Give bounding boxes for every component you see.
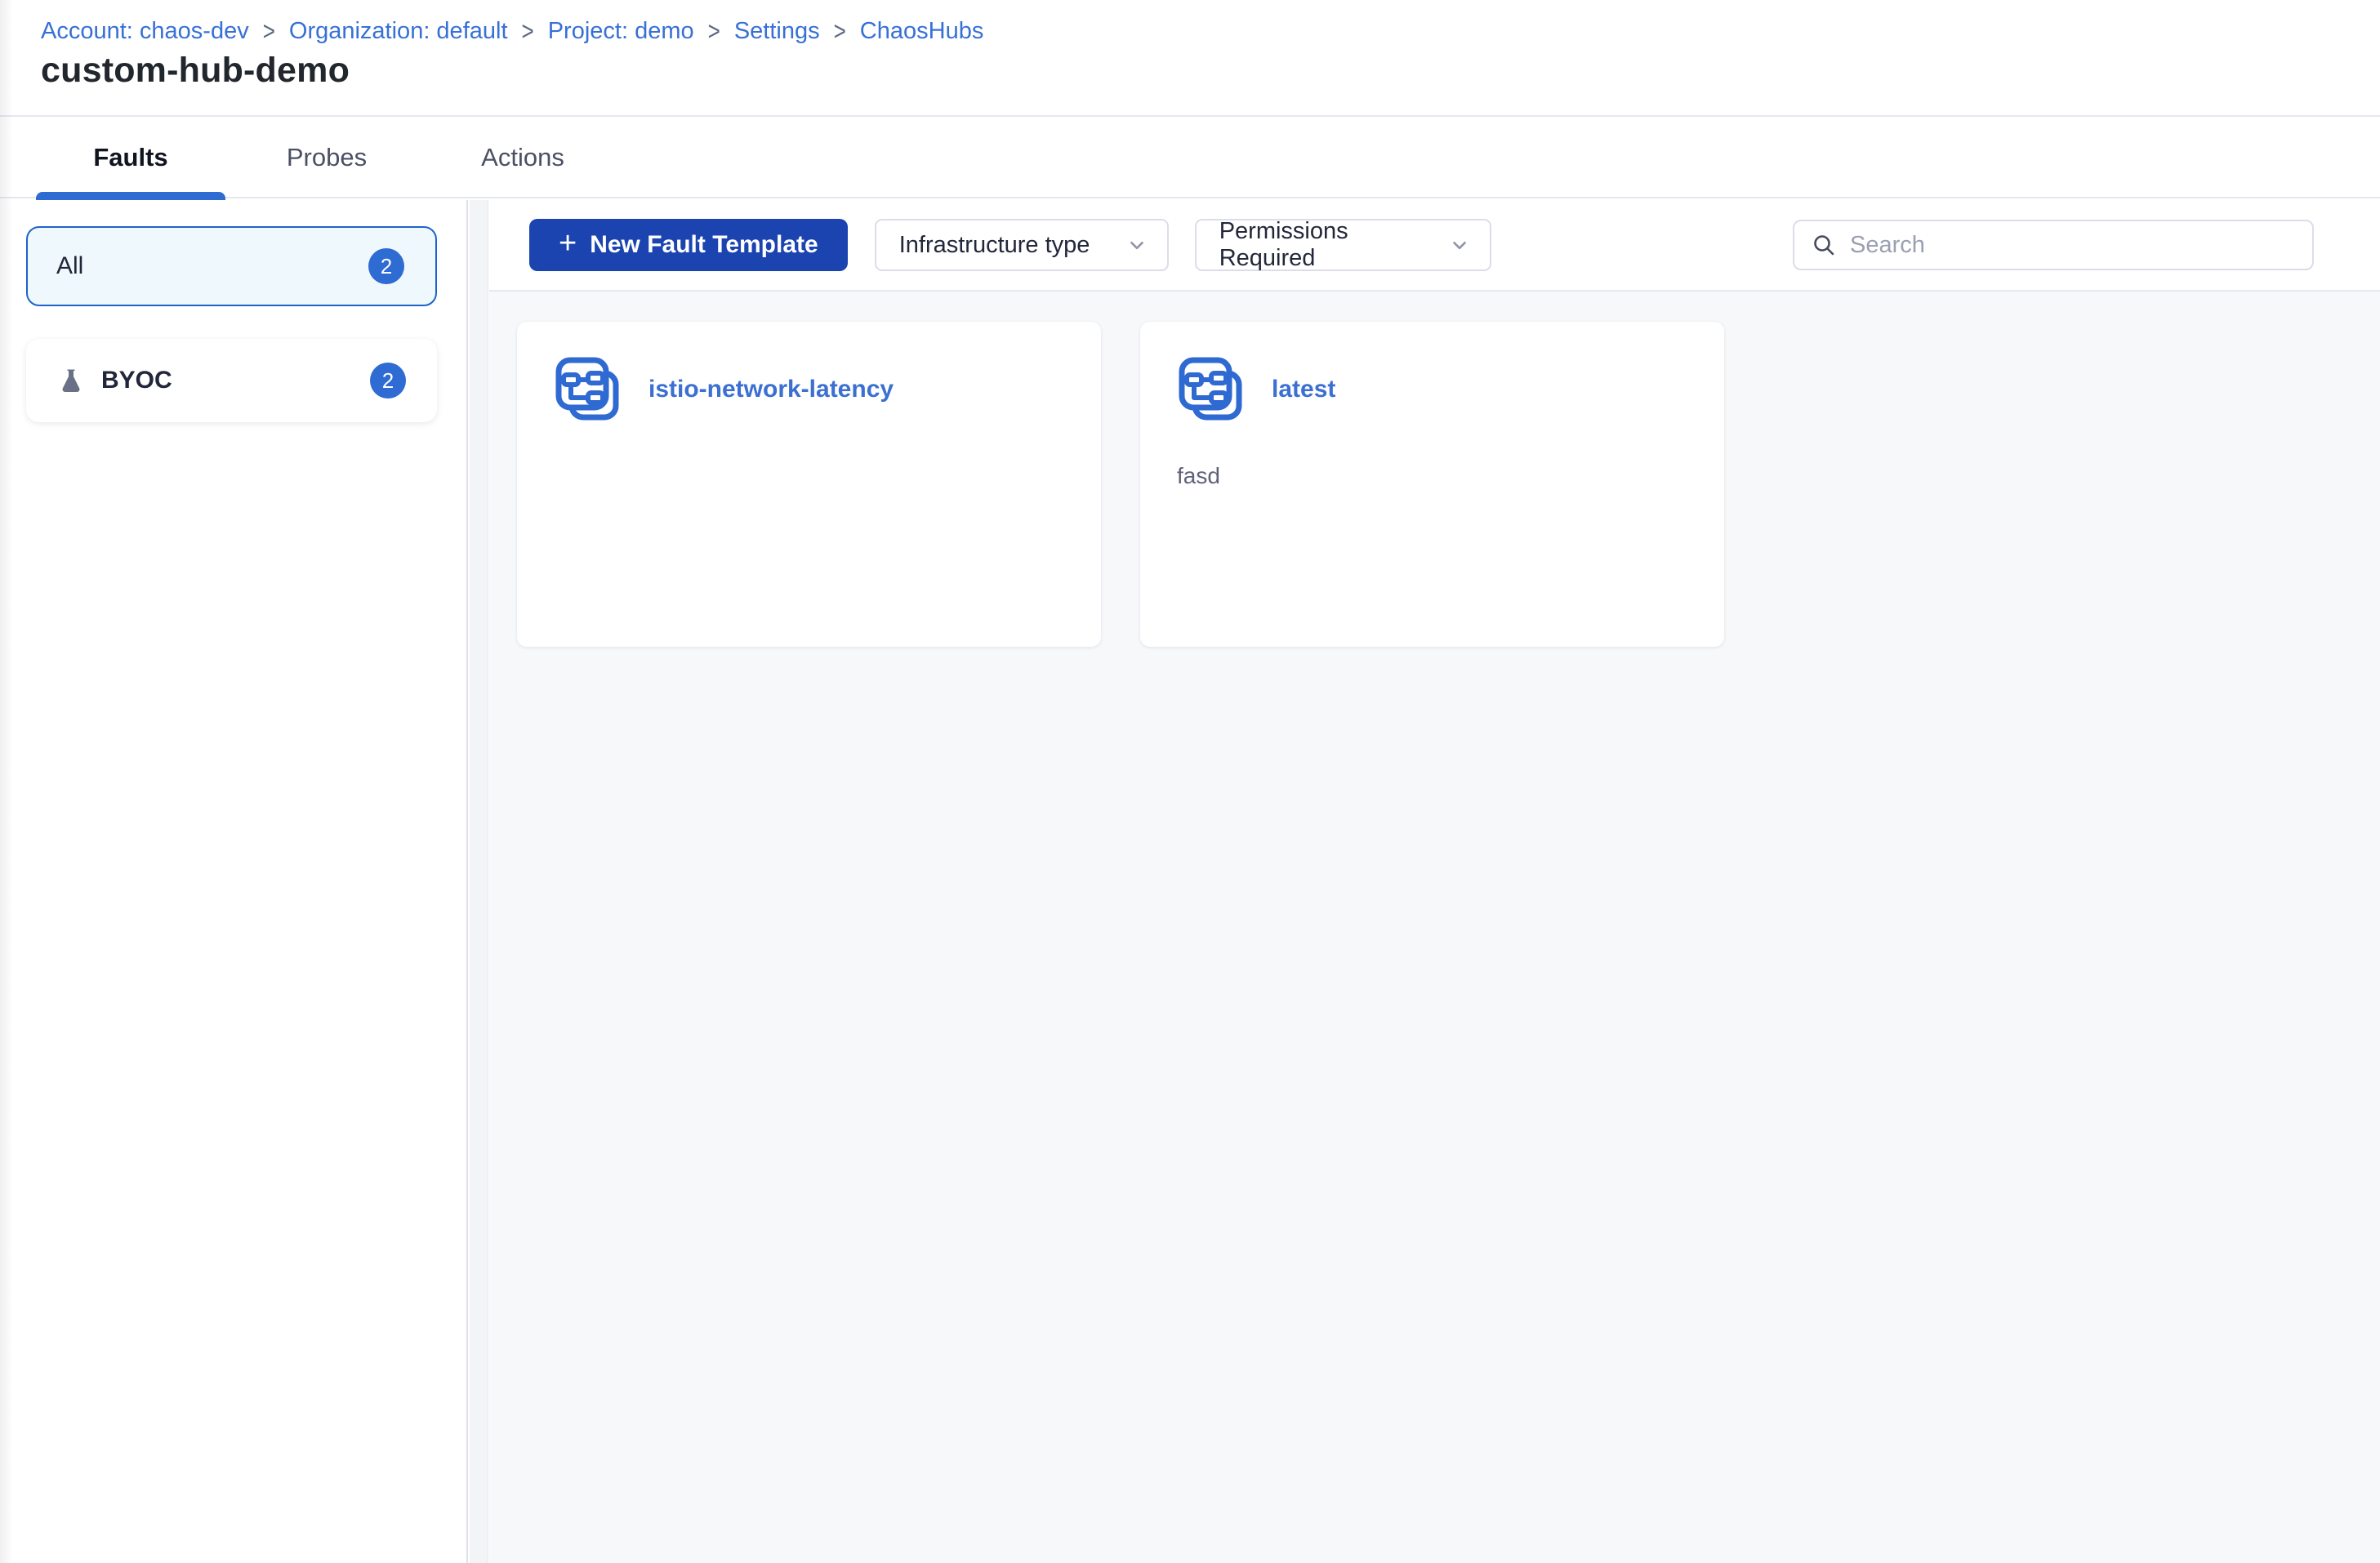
page-header: Account: chaos-dev > Organization: defau… <box>0 0 2380 117</box>
tab-actions-label: Actions <box>481 143 564 171</box>
active-tab-underline <box>36 192 225 200</box>
infrastructure-type-dropdown[interactable]: Infrastructure type <box>874 219 1169 271</box>
breadcrumb: Account: chaos-dev > Organization: defau… <box>41 16 984 47</box>
fault-template-icon <box>1177 355 1246 424</box>
permissions-required-dropdown[interactable]: Permissions Required <box>1194 218 1491 271</box>
main-panel: + New Fault Template Infrastructure type… <box>489 200 2380 1563</box>
fault-template-card-istio-network-latency[interactable]: istio-network-latency <box>517 322 1101 647</box>
chevron-down-icon <box>1449 234 1470 256</box>
infrastructure-type-label: Infrastructure type <box>898 231 1090 258</box>
sidebar-item-all-label: All <box>56 252 84 279</box>
search-input[interactable] <box>1850 231 2296 259</box>
breadcrumb-separator: > <box>833 16 846 47</box>
tab-faults[interactable]: Faults <box>33 118 229 200</box>
breadcrumb-separator: > <box>521 16 534 47</box>
fault-template-list: istio-network-latency latest fasd <box>517 322 1724 647</box>
fault-template-icon <box>554 355 622 424</box>
breadcrumb-settings[interactable]: Settings <box>734 18 820 45</box>
search-box <box>1793 220 2314 270</box>
page-title: custom-hub-demo <box>41 51 350 90</box>
fault-template-title[interactable]: istio-network-latency <box>648 376 894 403</box>
chevron-down-icon <box>1126 234 1148 256</box>
tab-probes-label: Probes <box>286 143 368 171</box>
breadcrumb-account[interactable]: Account: chaos-dev <box>41 18 249 45</box>
panel-divider-gutter <box>470 200 488 1563</box>
plus-icon: + <box>559 226 577 260</box>
all-count-badge: 2 <box>368 248 404 284</box>
breadcrumb-separator: > <box>262 16 275 47</box>
new-fault-template-button[interactable]: + New Fault Template <box>529 219 848 271</box>
card-header: latest <box>1177 355 1687 424</box>
card-header: istio-network-latency <box>554 355 1064 424</box>
breadcrumb-organization[interactable]: Organization: default <box>289 18 508 45</box>
category-sidebar: All 2 BYOC 2 <box>0 200 468 1563</box>
sidebar-item-byoc-label: BYOC <box>101 367 172 394</box>
tab-probes[interactable]: Probes <box>229 118 425 197</box>
fault-template-description: fasd <box>1177 463 1220 488</box>
breadcrumb-project[interactable]: Project: demo <box>548 18 694 45</box>
fault-template-card-latest[interactable]: latest fasd <box>1140 322 1724 647</box>
sidebar-item-byoc[interactable]: BYOC 2 <box>26 339 437 422</box>
chaoshub-page: Account: chaos-dev > Organization: defau… <box>0 0 2380 1563</box>
tab-faults-label: Faults <box>93 143 168 171</box>
permissions-required-label: Permissions Required <box>1219 218 1348 271</box>
sidebar-item-all[interactable]: All 2 <box>26 226 437 306</box>
flask-icon <box>60 367 82 394</box>
breadcrumb-separator: > <box>707 16 720 47</box>
new-fault-template-label: New Fault Template <box>590 231 818 258</box>
byoc-count-badge: 2 <box>370 363 406 399</box>
breadcrumb-chaoshubs[interactable]: ChaosHubs <box>860 18 984 45</box>
fault-template-title[interactable]: latest <box>1272 376 1335 403</box>
faults-toolbar: + New Fault Template Infrastructure type… <box>489 200 2380 292</box>
search-icon <box>1811 232 1837 258</box>
tab-actions[interactable]: Actions <box>425 118 621 197</box>
tab-bar: Faults Probes Actions <box>0 118 2380 200</box>
